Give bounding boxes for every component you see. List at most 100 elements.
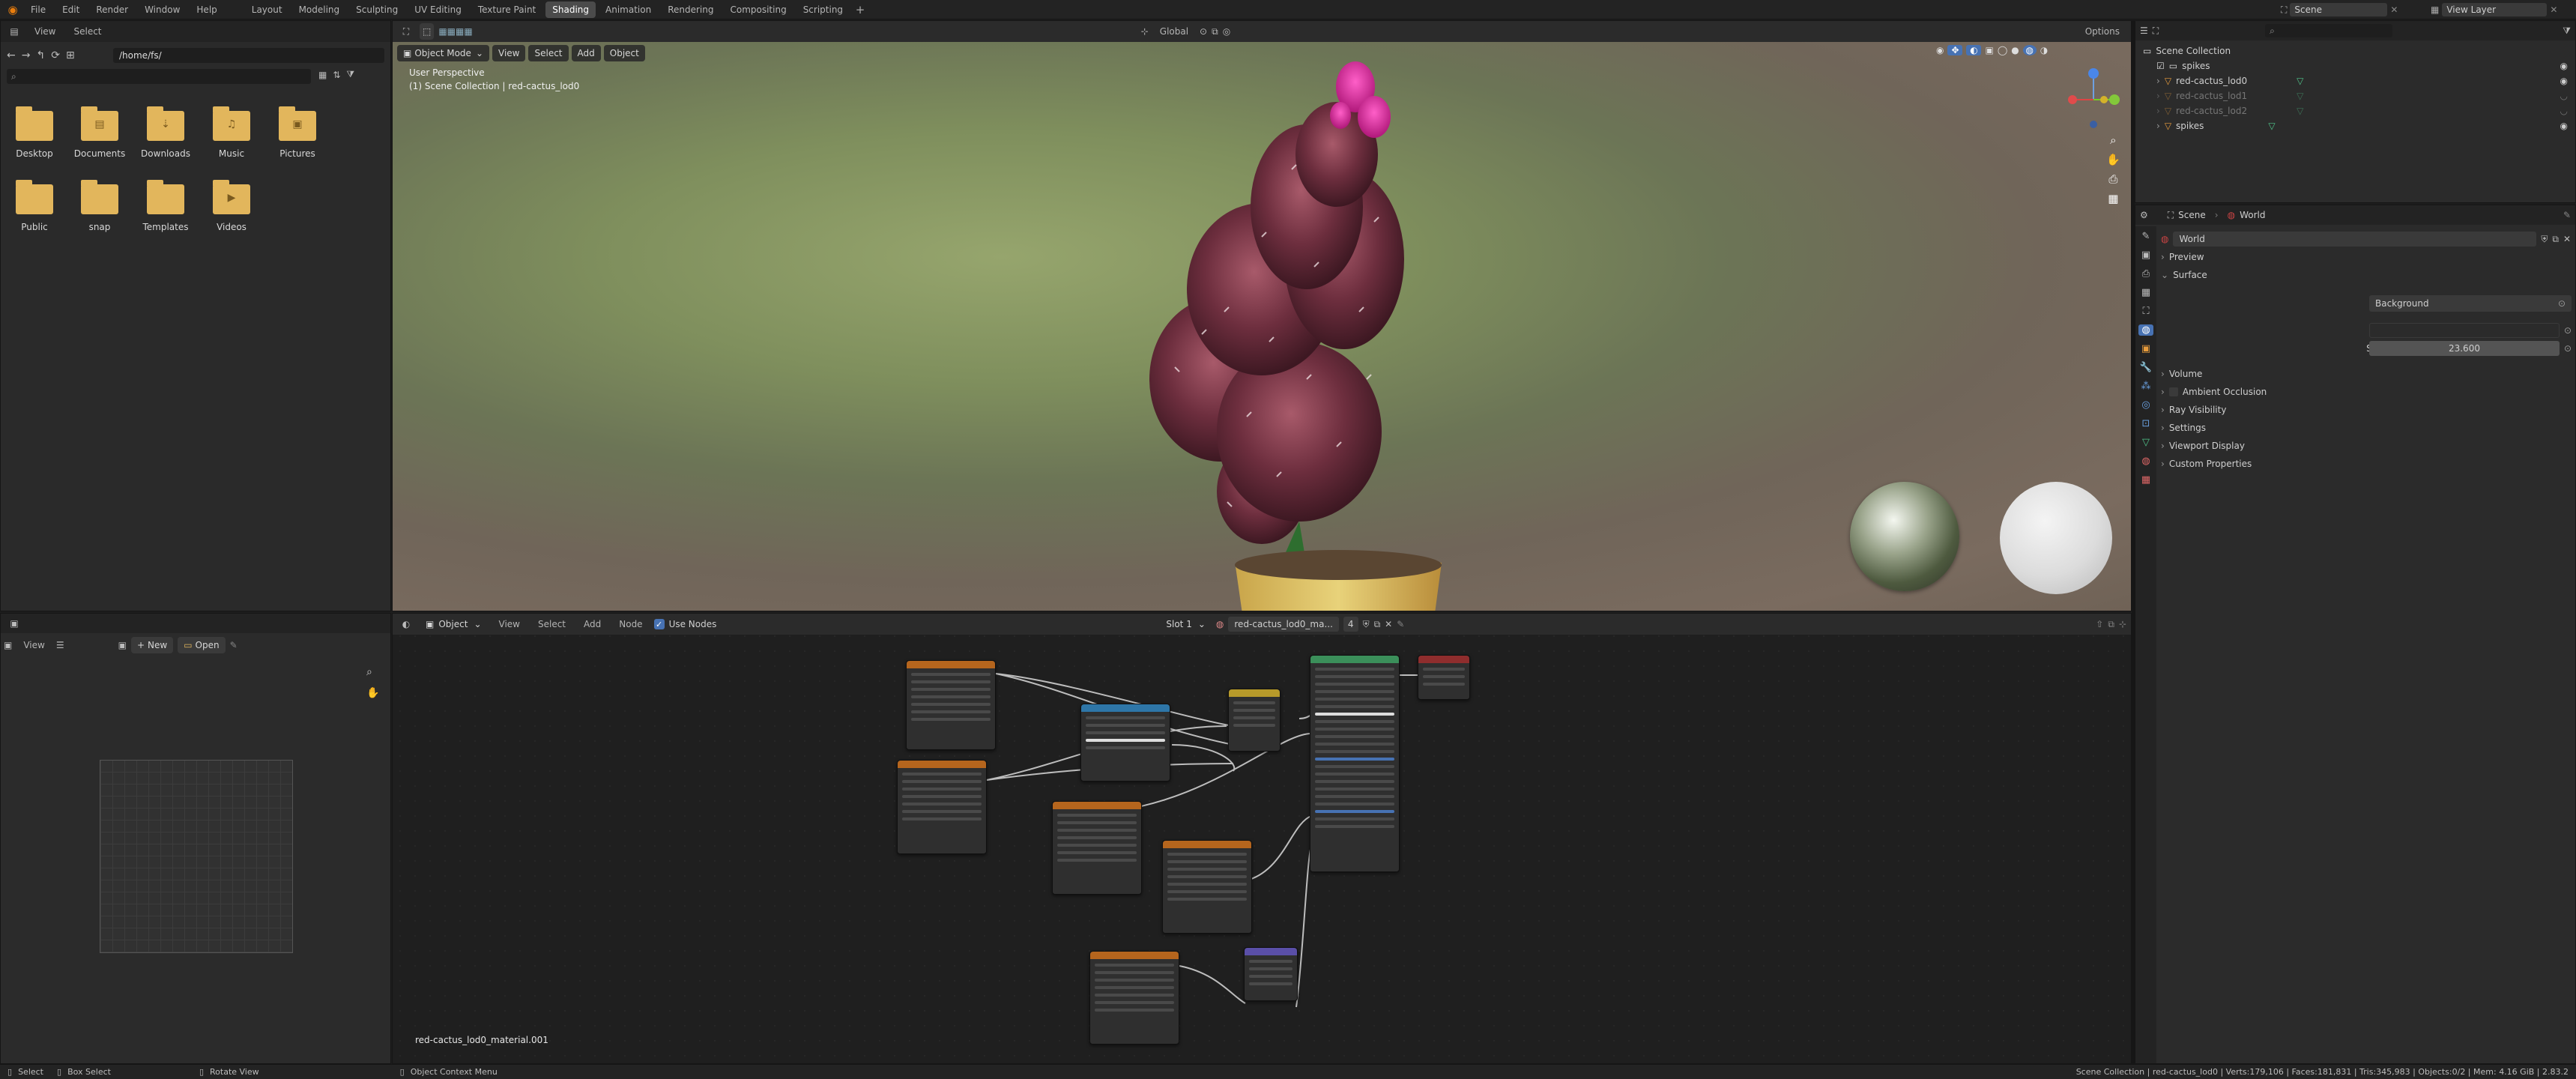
workspace-tab-modeling[interactable]: Modeling	[292, 1, 347, 18]
overlay-toggle-icon[interactable]: ◐	[1966, 45, 1982, 55]
eye-icon[interactable]: ◉	[2560, 121, 2568, 131]
world-tab-icon[interactable]: ◍	[2138, 324, 2153, 336]
cactus-model[interactable]	[1112, 27, 1502, 611]
view-layer-field[interactable]: View Layer	[2442, 3, 2548, 16]
modifier-tab-icon[interactable]: 🔧	[2140, 362, 2152, 373]
outliner-item[interactable]: › ▽ red-cactus_lod2 ▽ ◡	[2143, 103, 2568, 118]
section-preview[interactable]: › Preview	[2161, 252, 2204, 262]
section-viewport-display[interactable]: › Viewport Display	[2161, 441, 2245, 451]
outliner-search-input[interactable]: ⌕	[2265, 24, 2393, 37]
viewport-menu-add[interactable]: Add	[571, 45, 601, 61]
image-texture-node[interactable]	[1162, 840, 1252, 934]
folder-item[interactable]: ▶ Videos	[202, 180, 261, 232]
editor-type-icon[interactable]: ▣	[5, 618, 23, 629]
fake-user-shield-icon[interactable]: ⛨	[2541, 234, 2548, 245]
output-tab-icon[interactable]: ⎙	[2142, 268, 2150, 279]
expand-icon[interactable]: ›	[2156, 91, 2160, 101]
menu-help[interactable]: Help	[190, 1, 223, 18]
texture-tab-icon[interactable]: ▦	[2141, 474, 2150, 486]
viewport-options-button[interactable]: Options	[2078, 23, 2126, 40]
add-workspace-icon[interactable]: +	[853, 3, 868, 16]
editor-type-icon[interactable]: ▤	[5, 26, 23, 37]
editor-type-icon[interactable]: ☰	[2140, 25, 2148, 36]
zoom-icon[interactable]: ⌕	[366, 666, 372, 678]
render-tab-icon[interactable]: ▣	[2141, 250, 2150, 261]
workspace-tab-rendering[interactable]: Rendering	[661, 1, 720, 18]
scene-collection-row[interactable]: ▭ Scene Collection	[2143, 43, 2568, 58]
grid-view-icon[interactable]: ▦	[2106, 192, 2120, 205]
rendered-shading-icon[interactable]: ◑	[2040, 45, 2048, 55]
3d-viewport[interactable]: ⛶ ⬚ ▦▦▦▦ ⊹ Global ⊙ ⧉ ◎ Options ▣ Object …	[392, 20, 2132, 611]
image-texture-node[interactable]	[1089, 951, 1179, 1045]
workspace-tab-layout[interactable]: Layout	[245, 1, 289, 18]
menu-icon[interactable]: ☰	[56, 640, 64, 650]
workspace-tab-scripting[interactable]: Scripting	[796, 1, 850, 18]
duplicate-icon[interactable]: ⧉	[2552, 234, 2559, 245]
path-field[interactable]: /home/fs/	[113, 48, 384, 63]
scene-selector[interactable]: ⛶ Scene ✕	[2281, 2, 2416, 17]
pin-icon[interactable]: ✎	[2563, 210, 2571, 220]
file-browser-menu-view[interactable]: View	[28, 23, 62, 40]
select-tool-button[interactable]: ⬚	[420, 23, 435, 40]
editor-type-icon[interactable]: ⛶	[397, 26, 415, 37]
menu-edit[interactable]: Edit	[55, 1, 86, 18]
outliner-item[interactable]: ☑ ▭ spikes ◉	[2143, 58, 2568, 73]
expand-icon[interactable]: ›	[2156, 76, 2160, 86]
outliner-item[interactable]: › ▽ spikes ▽ ◉	[2143, 118, 2568, 133]
section-ray-visibility[interactable]: › Ray Visibility	[2161, 405, 2226, 415]
view-layer-selector[interactable]: ▦ View Layer ✕	[2431, 2, 2573, 17]
open-image-button[interactable]: ▭ Open	[178, 637, 226, 653]
color-ramp-node[interactable]	[1228, 689, 1281, 752]
section-surface[interactable]: ⌄ Surface	[2161, 270, 2207, 280]
shader-editor[interactable]: ◐ ▣ Object ⌄ View Select Add Node ✓ Use No…	[392, 613, 2132, 1064]
folder-item[interactable]: Public	[4, 180, 64, 232]
hand-pan-icon[interactable]: ✋	[2106, 153, 2120, 166]
color-value-swatch[interactable]	[2369, 323, 2560, 338]
xray-icon[interactable]: ▣	[1985, 45, 1993, 55]
eye-hidden-icon[interactable]: ◡	[2560, 106, 2568, 116]
mix-rgb-node[interactable]	[1080, 704, 1170, 782]
view-layer-tab-icon[interactable]: ▦	[2141, 287, 2150, 298]
workspace-tab-compositing[interactable]: Compositing	[723, 1, 793, 18]
forward-arrow-icon[interactable]: →	[22, 49, 31, 61]
expand-icon[interactable]: ›	[2156, 106, 2160, 116]
scene-field[interactable]: Scene	[2290, 3, 2388, 16]
outliner-item[interactable]: › ▽ red-cactus_lod0 ▽ ◉	[2143, 73, 2568, 88]
pin-icon[interactable]: ✎	[230, 640, 238, 650]
workspace-tab-uv-editing[interactable]: UV Editing	[408, 1, 468, 18]
folder-item[interactable]: ♫ Music	[202, 106, 261, 159]
display-mode-icon[interactable]: ⛶	[2153, 25, 2159, 37]
filter-icon[interactable]: ⧩	[346, 69, 354, 80]
world-datablock[interactable]: ◍ World ⛨ ⧉ ✕	[2161, 231, 2571, 247]
viewport-menu-view[interactable]: View	[492, 45, 526, 61]
surface-shader-dropdown[interactable]: Background ⊙	[2369, 295, 2572, 312]
menu-file[interactable]: File	[24, 1, 52, 18]
new-folder-icon[interactable]: ⊞	[66, 49, 75, 61]
tool-tab-icon[interactable]: ✎	[2142, 231, 2150, 242]
folder-item[interactable]: Templates	[136, 180, 196, 232]
menu-window[interactable]: Window	[138, 1, 187, 18]
display-mode-icon[interactable]: ▦	[318, 70, 327, 80]
editor-type-icon[interactable]: ⚙	[2140, 210, 2148, 220]
eye-icon[interactable]: ◉	[2560, 76, 2568, 86]
viewport-menu-select[interactable]: Select	[528, 45, 569, 61]
uv-grid[interactable]	[100, 760, 293, 953]
section-volume[interactable]: › Volume	[2161, 369, 2202, 379]
eye-icon[interactable]: ◉	[2560, 61, 2568, 71]
gizmo-toggle-icon[interactable]: ✥	[1947, 45, 1963, 55]
object-tab-icon[interactable]: ▣	[2141, 343, 2150, 354]
folder-item[interactable]: ▣ Pictures	[267, 106, 327, 159]
eye-hidden-icon[interactable]: ◡	[2560, 91, 2568, 101]
checkbox-icon[interactable]: ☑	[2156, 61, 2165, 71]
image-editor-menu-view[interactable]: View	[16, 637, 51, 653]
close-icon[interactable]: ✕	[2390, 4, 2398, 15]
close-icon[interactable]: ✕	[2550, 4, 2557, 15]
workspace-tab-texture-paint[interactable]: Texture Paint	[471, 1, 542, 18]
hand-pan-icon[interactable]: ✋	[366, 687, 379, 699]
outliner-item[interactable]: › ▽ red-cactus_lod1 ▽ ◡	[2143, 88, 2568, 103]
folder-item[interactable]: ▤ Documents	[70, 106, 130, 159]
principled-bsdf-node[interactable]	[1310, 655, 1400, 872]
material-tab-icon[interactable]: ◍	[2141, 456, 2150, 467]
workspace-tab-shading[interactable]: Shading	[545, 1, 596, 18]
folder-item[interactable]: ⇣ Downloads	[136, 106, 196, 159]
